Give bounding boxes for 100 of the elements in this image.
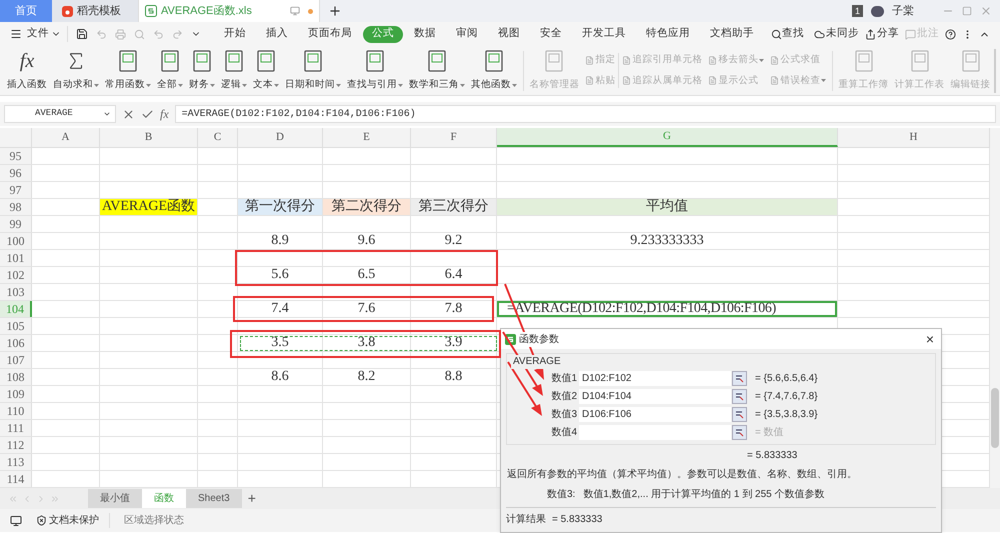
confirm-icon[interactable] (141, 108, 154, 120)
ribbon-button[interactable]: 全部 (154, 48, 186, 92)
cancel-icon[interactable] (122, 108, 135, 120)
menu-tab[interactable]: 视图 (489, 26, 529, 42)
row-header[interactable]: 95 (0, 148, 32, 164)
table-cell-text: 3.8 (356, 335, 376, 351)
argument-field[interactable]: D106:F106 (579, 406, 731, 422)
ribbon-button[interactable]: fx 插入函数 (4, 48, 50, 92)
column-header[interactable]: A (32, 128, 100, 147)
undo-icon[interactable] (96, 28, 107, 40)
row-header[interactable]: 114 (0, 471, 32, 487)
range-picker-icon[interactable] (732, 388, 747, 404)
column-header[interactable]: E (323, 128, 411, 147)
user-name[interactable]: 子棠 (892, 2, 914, 20)
share-button[interactable]: 分享 (865, 26, 899, 42)
ribbon-button[interactable]: 自动求和 (50, 48, 102, 92)
row-header[interactable]: 108 (0, 369, 32, 385)
row-header[interactable]: 111 (0, 420, 32, 436)
add-sheet-button[interactable]: + (242, 488, 262, 509)
ribbon-button[interactable]: 财务 (186, 48, 218, 92)
display-settings-icon[interactable] (10, 514, 22, 526)
row-header[interactable]: 110 (0, 403, 32, 419)
ribbon-button[interactable]: 文本 (250, 48, 282, 92)
search-button[interactable]: 查找 (771, 26, 804, 42)
preview-icon[interactable] (134, 28, 145, 40)
protection-status[interactable]: 文档未保护 (36, 513, 110, 528)
ribbon-button[interactable]: 常用函数 (102, 48, 154, 92)
menu-tab[interactable]: 审阅 (447, 26, 487, 42)
column-header[interactable]: C (198, 128, 238, 147)
sync-button[interactable]: 未同步 (814, 26, 859, 42)
document-icon (622, 76, 632, 86)
ribbon-button[interactable]: 日期和时间 (282, 48, 344, 92)
range-picker-icon[interactable] (732, 370, 747, 386)
argument-result: = 数值 (755, 426, 784, 440)
name-box[interactable]: AVERAGE (4, 105, 116, 123)
table-cell-text: 3.9 (444, 335, 464, 351)
print-icon[interactable] (115, 28, 126, 40)
menu-tab[interactable]: 数据 (405, 26, 445, 42)
close-icon[interactable] (980, 5, 992, 17)
book-icon (544, 50, 564, 72)
argument-field[interactable]: D102:F102 (579, 370, 731, 386)
row-header[interactable]: 96 (0, 165, 32, 181)
row-header[interactable]: 102 (0, 267, 32, 283)
menu-tab[interactable]: 文档助手 (701, 26, 763, 42)
document-tab[interactable]: 稻壳模板 (52, 0, 138, 22)
row-header[interactable]: 101 (0, 250, 32, 266)
menu-tab[interactable]: 开发工具 (573, 26, 635, 42)
document-icon (708, 56, 718, 65)
formula-input[interactable]: =AVERAGE(D102:F102,D104:F104,D106:F106) (174, 105, 996, 123)
argument-field[interactable]: D104:F104 (579, 388, 731, 404)
menu-icon[interactable] (10, 28, 22, 40)
ribbon-button[interactable]: 其他函数 (468, 48, 520, 92)
row-header[interactable]: 113 (0, 454, 32, 470)
argument-field[interactable] (579, 424, 731, 440)
vertical-scrollbar[interactable] (990, 128, 1000, 488)
new-tab-icon[interactable] (328, 4, 342, 18)
notification-badge[interactable]: 1 (852, 5, 863, 17)
row-header[interactable]: 98 (0, 199, 32, 215)
close-button[interactable]: × (922, 332, 937, 346)
document-tab[interactable]: AVERAGE函数.xls (138, 0, 320, 22)
sheet-tab[interactable]: 最小值 (88, 489, 142, 508)
save-icon[interactable] (76, 28, 88, 40)
range-picker-icon[interactable] (732, 424, 747, 440)
menu-tab[interactable]: 插入 (257, 26, 297, 42)
book-icon (118, 50, 138, 72)
row-header[interactable]: 105 (0, 318, 32, 334)
range-picker-icon[interactable] (732, 406, 747, 422)
sheet-tab[interactable]: Sheet3 (186, 489, 242, 508)
row-header[interactable]: 109 (0, 386, 32, 402)
avatar-icon[interactable] (871, 6, 884, 16)
argument-label: 数值1 (551, 370, 577, 386)
undo-icon[interactable] (153, 28, 164, 40)
row-header[interactable]: 103 (0, 284, 32, 300)
ribbon-button[interactable]: 数学和三角 (406, 48, 468, 92)
menu-tab[interactable]: 特色应用 (637, 26, 699, 42)
comment-icon (905, 28, 916, 40)
ribbon-button[interactable]: 查找与引用 (344, 48, 406, 92)
row-header[interactable]: 99 (0, 216, 32, 232)
redo-icon[interactable] (172, 28, 183, 40)
monitor-icon[interactable] (290, 6, 300, 16)
menu-tab[interactable]: 安全 (531, 26, 571, 42)
argument-label: 数值2 (551, 388, 577, 404)
menu-tab[interactable]: 开始 (215, 26, 255, 42)
table-cell-text: 6.5 (356, 267, 376, 283)
row-header[interactable]: 112 (0, 437, 32, 453)
file-menu[interactable]: 文件 (27, 26, 68, 42)
restore-icon[interactable] (962, 6, 972, 16)
ribbon-scroll-button[interactable] (994, 48, 996, 92)
menu-tab[interactable]: 页面布局 (299, 26, 361, 42)
row-header[interactable]: 97 (0, 182, 32, 198)
row-header[interactable]: 100 (0, 233, 32, 249)
column-header[interactable]: D (238, 128, 323, 147)
document-icon (708, 76, 718, 86)
column-header[interactable]: B (100, 128, 198, 147)
row-header[interactable]: 106 (0, 335, 32, 351)
row-header[interactable]: 107 (0, 352, 32, 368)
table-cell-text: 5.6 (270, 267, 290, 283)
insert-function-button[interactable]: fx (160, 105, 169, 123)
help-icon[interactable] (945, 28, 956, 40)
ribbon-button[interactable]: 逻辑 (218, 48, 250, 92)
